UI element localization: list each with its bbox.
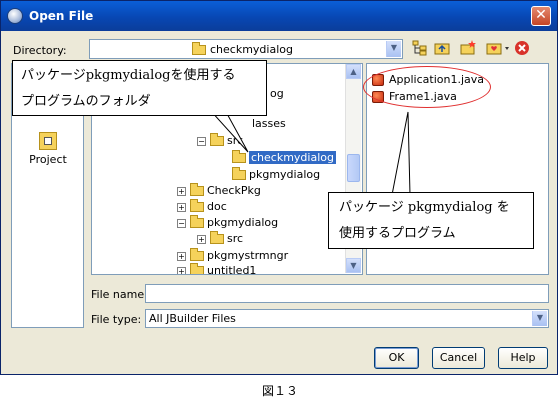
scroll-up-icon[interactable]: ▲ — [346, 64, 361, 79]
folder-callout-line2: プログラムのフォルダ — [21, 94, 151, 109]
tree-view-icon[interactable] — [411, 39, 429, 57]
tree-item[interactable]: + doc — [177, 199, 227, 213]
tree-item-label: og — [270, 87, 284, 100]
folder-callout-line1: パッケージpkgmydialogを使用する — [21, 68, 236, 83]
project-place[interactable]: Project — [24, 128, 72, 170]
file-type-value: All JBuilder Files — [149, 312, 236, 325]
tree-item-label: CheckPkg — [207, 184, 261, 197]
tree-item-label: pkgmydialog — [207, 216, 279, 229]
tree-item[interactable]: pkgmydialog — [232, 167, 321, 181]
folder-callout: パッケージpkgmydialogを使用する プログラムのフォルダ — [12, 60, 267, 116]
highlight-oval — [363, 66, 491, 108]
help-button[interactable]: Help — [498, 347, 548, 369]
tree-item-label: pkgmystrmngr — [207, 249, 289, 262]
file-type-label: File type: — [91, 313, 142, 326]
tree-item-label: doc — [207, 200, 227, 213]
expand-icon[interactable]: + — [177, 266, 186, 274]
tree-item-label: src — [227, 232, 244, 245]
chevron-down-icon[interactable]: ▼ — [532, 311, 547, 326]
collapse-icon[interactable]: − — [197, 136, 206, 146]
cancel-button[interactable]: Cancel — [432, 347, 485, 369]
tree-item[interactable]: + CheckPkg — [177, 183, 261, 197]
delete-icon[interactable] — [513, 39, 531, 57]
program-callout-line1: パッケージ pkgmydialog を — [339, 200, 510, 215]
tree-item[interactable]: lasses — [252, 117, 286, 130]
expand-icon[interactable]: + — [197, 234, 206, 244]
scroll-thumb[interactable] — [347, 154, 360, 182]
folder-icon — [192, 42, 206, 55]
folder-icon — [210, 133, 224, 146]
project-label: Project — [29, 153, 67, 166]
collapse-icon[interactable]: − — [177, 218, 186, 228]
expand-icon[interactable]: + — [177, 186, 186, 196]
expand-icon[interactable]: + — [177, 251, 186, 261]
folder-icon — [210, 231, 224, 244]
project-icon — [39, 132, 57, 150]
folder-icon — [190, 248, 204, 261]
tree-item-selected[interactable]: checkmydialog — [232, 150, 336, 164]
scroll-down-icon[interactable]: ▼ — [346, 258, 361, 273]
folder-icon — [190, 215, 204, 228]
open-folder-icon — [232, 150, 246, 163]
directory-label: Directory: — [13, 44, 67, 57]
program-callout-line2: 使用するプログラム — [339, 226, 456, 241]
directory-value: checkmydialog — [210, 43, 293, 56]
figure-caption: 図１３ — [261, 384, 298, 398]
ok-button[interactable]: OK — [374, 347, 419, 369]
tree-item[interactable]: − pkgmydialog — [177, 215, 279, 229]
window-title: Open File — [29, 9, 94, 23]
directory-combo[interactable]: checkmydialog ▼ — [89, 39, 403, 59]
close-button[interactable]: ✕ — [531, 6, 551, 26]
new-folder-icon[interactable] — [459, 39, 477, 57]
file-type-select[interactable]: All JBuilder Files ▼ — [145, 309, 549, 328]
up-folder-icon[interactable] — [433, 39, 451, 57]
tree-item-label: checkmydialog — [249, 151, 336, 164]
tree-item[interactable]: − src — [197, 133, 244, 147]
tree-item[interactable]: + src — [197, 231, 244, 245]
open-file-dialog: Open File ✕ Directory: checkmydialog ▼ P… — [0, 0, 558, 375]
tree-item-label: pkgmydialog — [249, 168, 321, 181]
expand-icon[interactable]: + — [177, 202, 186, 212]
file-name-input[interactable] — [145, 284, 549, 303]
title-bar: Open File ✕ — [1, 1, 557, 31]
program-callout: パッケージ pkgmydialog を 使用するプログラム — [328, 192, 534, 249]
bookmark-folder-icon[interactable] — [485, 39, 511, 57]
tree-item-label: lasses — [252, 117, 286, 130]
tree-item[interactable]: + pkgmystrmngr — [177, 248, 289, 262]
tree-item[interactable]: + untitled1 — [177, 263, 257, 275]
app-icon — [7, 8, 23, 24]
tree-item[interactable]: og — [270, 87, 284, 100]
folder-icon — [190, 183, 204, 196]
chevron-down-icon[interactable]: ▼ — [386, 41, 401, 57]
folder-icon — [190, 199, 204, 212]
tree-item-label: src — [227, 134, 244, 147]
folder-icon — [190, 263, 204, 274]
folder-icon — [232, 167, 246, 180]
tree-item-label: untitled1 — [207, 264, 257, 275]
file-name-label: File name: — [91, 288, 148, 301]
